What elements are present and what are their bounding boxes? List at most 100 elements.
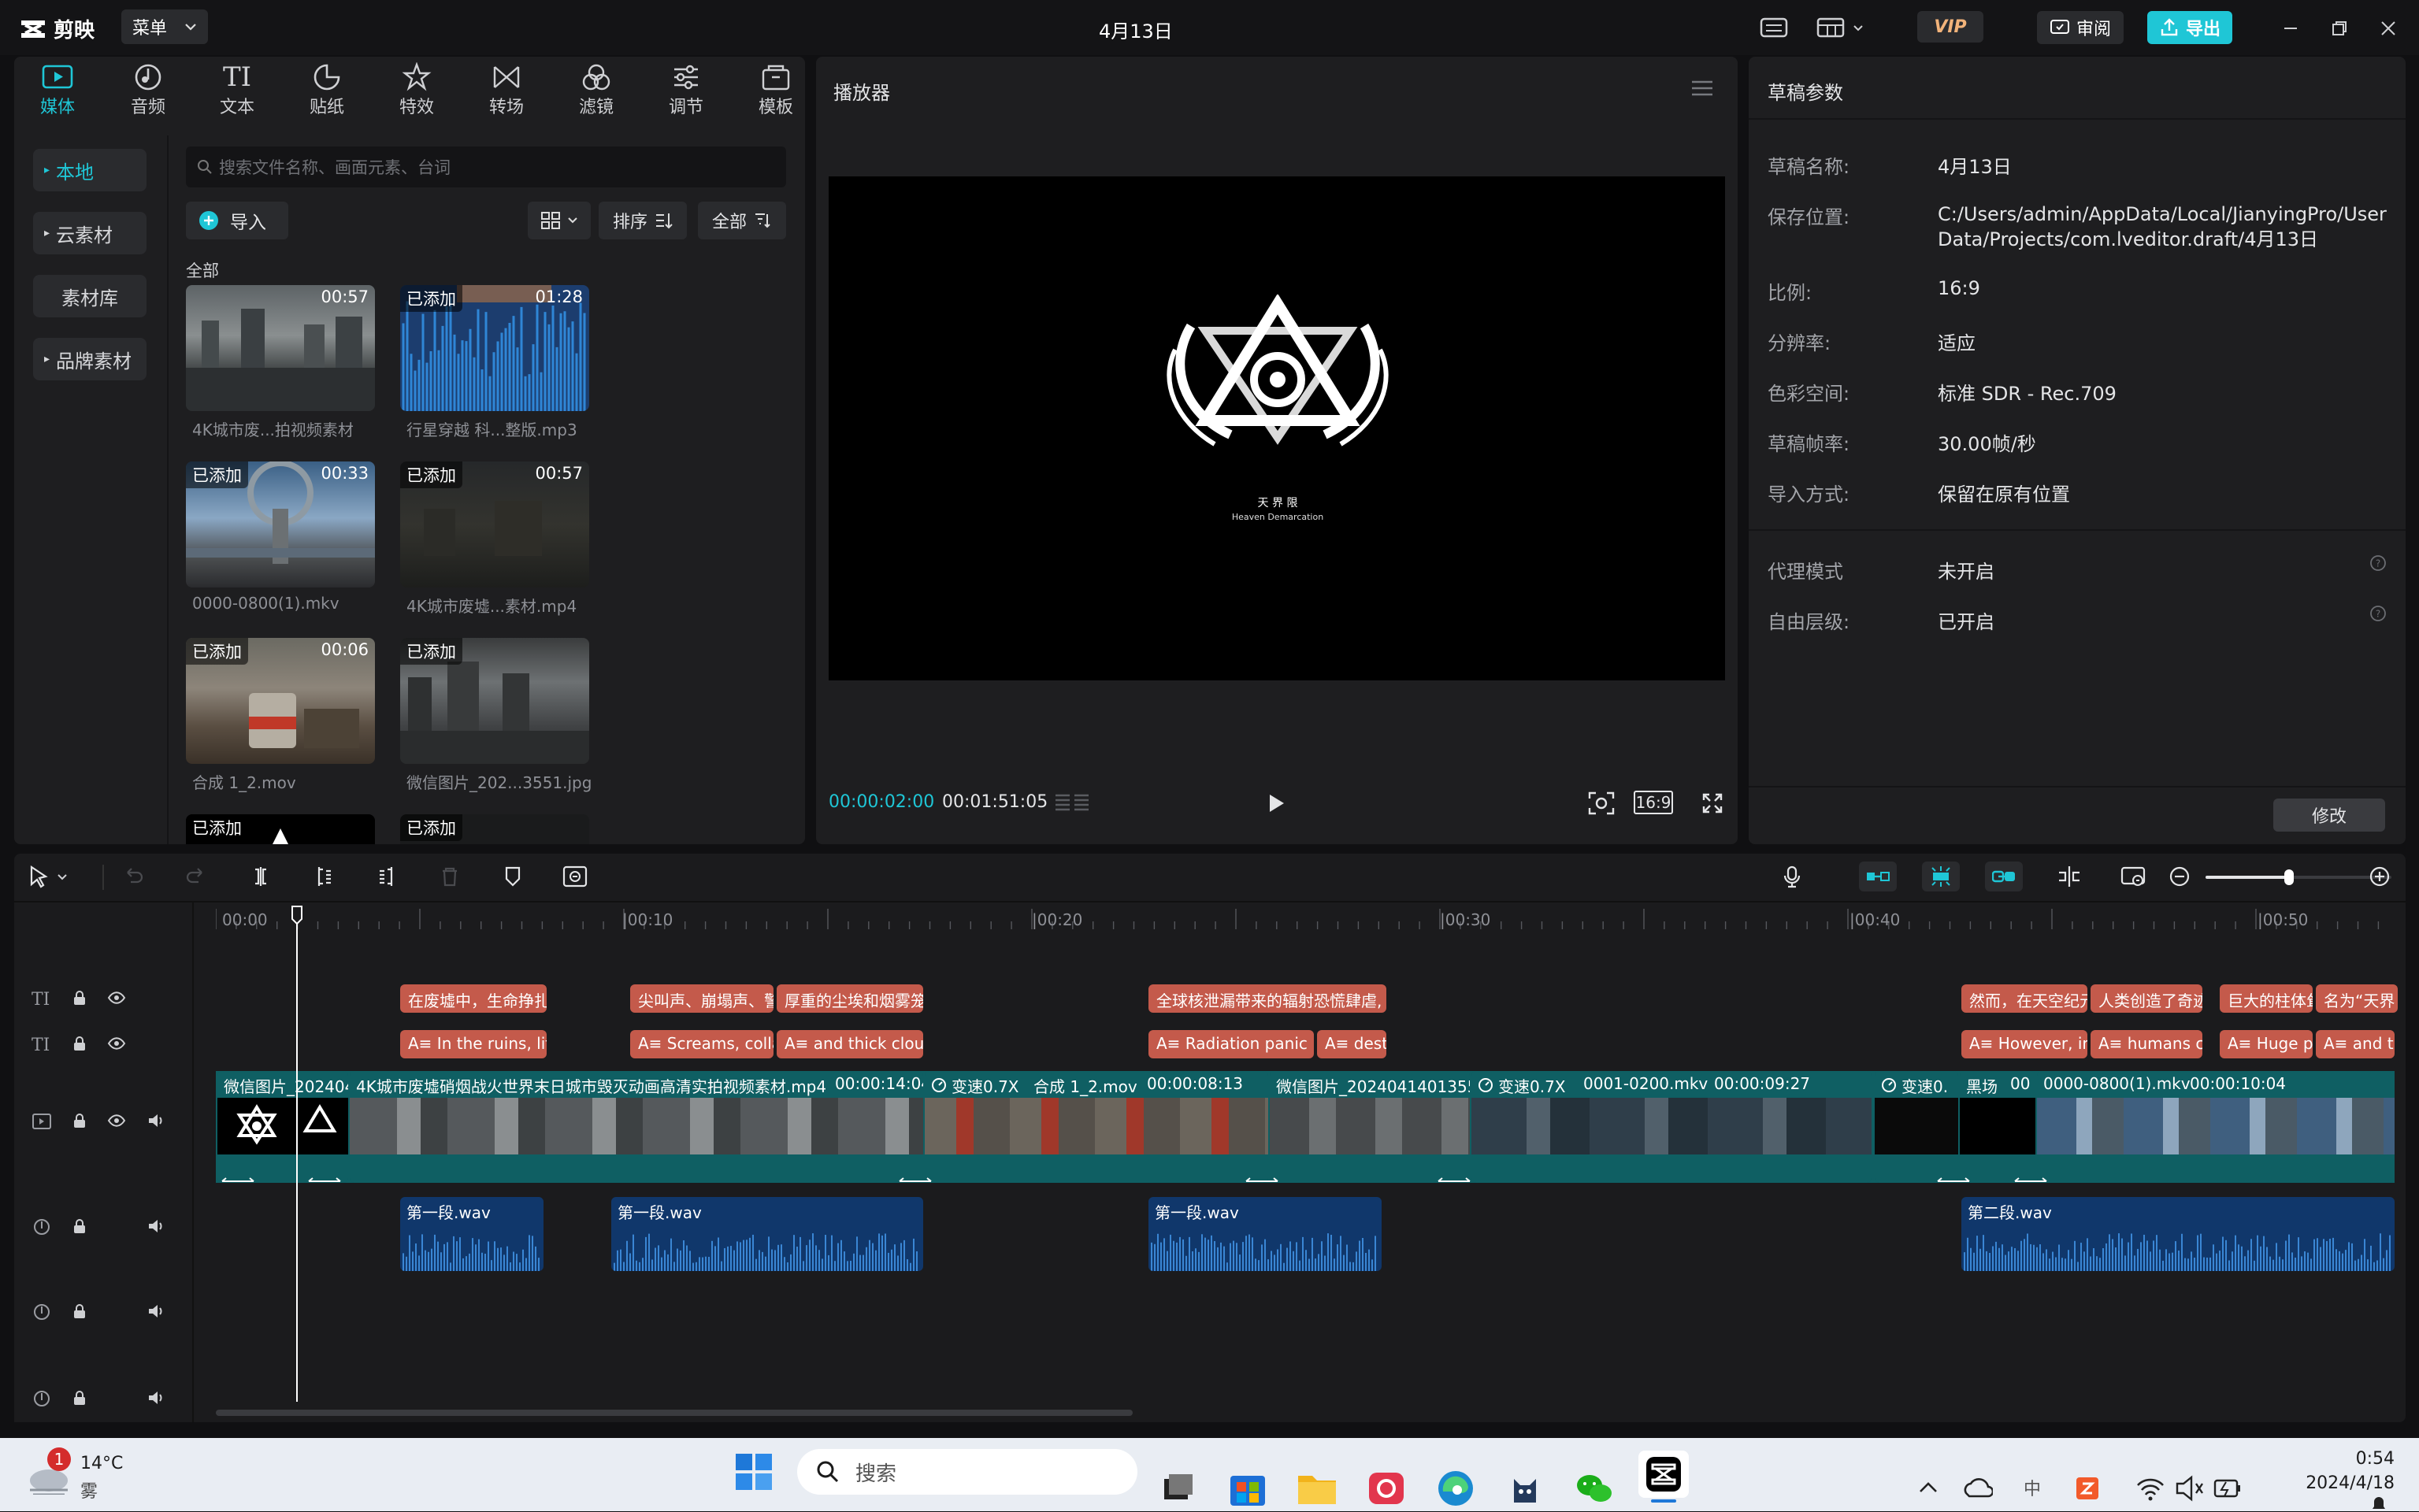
sort-button[interactable]: 排序	[599, 202, 687, 239]
view-mode-button[interactable]	[528, 202, 591, 239]
audio-clip[interactable]: 第一段.wav	[400, 1197, 544, 1271]
fullscreen-icon[interactable]	[1701, 792, 1723, 814]
tab-transition[interactable]: 转场	[471, 61, 542, 124]
zoom-slider[interactable]	[2206, 869, 2391, 885]
video-clip[interactable]: 0000-0800(1).mkv 00:00:10:04	[2037, 1071, 2395, 1183]
clock[interactable]: 0:54 2024/4/18	[2284, 1449, 2395, 1493]
transition-marker[interactable]	[2013, 1177, 2048, 1186]
taskbar-search[interactable]: 搜索	[797, 1449, 1137, 1495]
lock-icon[interactable]	[71, 1389, 88, 1406]
vip-button[interactable]: VIP	[1917, 11, 1983, 43]
subtitle-clip[interactable]: 巨大的柱体耸	[2220, 984, 2313, 1013]
filter-button[interactable]: 全部	[698, 202, 786, 239]
review-button[interactable]: 审阅	[2037, 11, 2124, 44]
sidebar-item-local[interactable]: ▸ 本地	[33, 149, 147, 191]
subtitle-clip[interactable]: A≡ and th	[2316, 1030, 2395, 1058]
microphone-icon[interactable]	[1780, 865, 1804, 888]
windows-start-icon[interactable]	[734, 1452, 774, 1492]
speaker-icon[interactable]	[147, 1217, 165, 1235]
subtitle-clip[interactable]: A≡ destr	[1317, 1030, 1386, 1058]
video-clip[interactable]: 变速0.7X 0001-0200.mkv 00:00:09:27	[1471, 1071, 1872, 1183]
search-input[interactable]: 搜索文件名称、画面元素、台词	[186, 146, 786, 187]
lock-icon[interactable]	[71, 1303, 88, 1320]
subtitle-clip[interactable]: A≡ However, in	[1961, 1030, 2087, 1058]
subtitle-clip[interactable]: 名为“天界	[2316, 984, 2398, 1013]
wechat-icon[interactable]	[1569, 1468, 1619, 1509]
transition-marker[interactable]	[1936, 1177, 1971, 1186]
eye-icon[interactable]	[107, 1112, 126, 1129]
lock-icon[interactable]	[71, 1217, 88, 1235]
delete-left-icon[interactable]	[312, 865, 336, 888]
onedrive-icon[interactable]	[1961, 1468, 1993, 1509]
main-track-magnet-button[interactable]	[1859, 862, 1897, 891]
subtitle-clip[interactable]: 厚重的尘埃和烟雾笼	[777, 984, 923, 1013]
creative-cloud-icon[interactable]	[1361, 1468, 1412, 1509]
screenshot-icon[interactable]	[1588, 791, 1615, 816]
media-tile[interactable]: 已添加	[186, 814, 375, 844]
subtitle-clip[interactable]: 尖叫声、崩塌声、警	[630, 984, 774, 1013]
playhead-handle[interactable]	[291, 906, 302, 925]
undo-icon[interactable]	[121, 865, 145, 888]
play-icon[interactable]	[1265, 792, 1287, 814]
input-method-icon[interactable]: 中	[2016, 1468, 2048, 1509]
subtitle-clip[interactable]: A≡ Radiation panic	[1148, 1030, 1314, 1058]
subtitle-clip[interactable]: A≡ and thick cloud	[777, 1030, 923, 1058]
export-button[interactable]: 导出	[2147, 11, 2232, 44]
subtitle-clip[interactable]: A≡ humans cr	[2091, 1030, 2202, 1058]
lock-icon[interactable]	[71, 1112, 88, 1129]
video-clip[interactable]: 4K城市废墟硝烟战火世界末日城市毁灭动画高清实拍视频素材.mp4 00:00:1…	[350, 1071, 923, 1183]
tab-sticker[interactable]: 贴纸	[291, 61, 362, 124]
lock-icon[interactable]	[71, 989, 88, 1006]
media-tile[interactable]: 已添加 00:33	[186, 461, 375, 587]
subtitle-clip[interactable]: 在废墟中，生命挣扎	[400, 984, 547, 1013]
tray-app-icon[interactable]	[2072, 1468, 2103, 1509]
subtitle-clip[interactable]: 然而，在天空纪元	[1961, 984, 2087, 1013]
task-view-icon[interactable]	[1153, 1468, 1204, 1509]
marker-icon[interactable]	[501, 865, 525, 888]
import-button[interactable]: 导入	[186, 202, 288, 239]
cat-app-icon[interactable]	[1500, 1468, 1550, 1509]
bell-icon[interactable]	[2363, 1496, 2395, 1512]
sidebar-item-cloud[interactable]: ▸ 云素材	[33, 212, 147, 254]
help-icon[interactable]: ?	[2369, 554, 2387, 572]
transition-marker[interactable]	[1245, 1177, 1279, 1186]
transition-marker[interactable]	[307, 1177, 342, 1186]
keyboard-shortcut-icon[interactable]	[1760, 16, 1788, 39]
minimize-icon[interactable]	[2281, 19, 2300, 38]
edge-browser-icon[interactable]	[1430, 1468, 1481, 1509]
tab-audio[interactable]: 音频	[113, 61, 184, 124]
media-tile[interactable]: 已添加	[400, 638, 589, 764]
trash-icon[interactable]	[438, 865, 462, 888]
lock-icon[interactable]	[71, 1035, 88, 1052]
speaker-icon[interactable]	[147, 1303, 165, 1320]
wifi-icon[interactable]	[2135, 1468, 2166, 1509]
close-icon[interactable]	[2379, 19, 2398, 38]
zoom-slider-handle[interactable]	[2284, 869, 2295, 885]
audio-clip[interactable]: 第一段.wav	[611, 1197, 923, 1271]
split-icon[interactable]	[249, 865, 273, 888]
hamburger-menu-icon[interactable]	[1690, 79, 1714, 98]
speaker-icon[interactable]	[147, 1389, 165, 1406]
tab-effects[interactable]: 特效	[381, 61, 452, 124]
timeline-thumbnail-icon[interactable]	[2120, 865, 2146, 888]
media-tile[interactable]: 已添加 00:57	[400, 461, 589, 587]
aspect-ratio-button[interactable]: 16:9	[1634, 791, 1673, 814]
tab-media[interactable]: 媒体	[22, 61, 93, 124]
zoom-out-icon[interactable]	[2168, 865, 2191, 888]
timeline-scrollbar[interactable]	[216, 1410, 1133, 1416]
video-clip[interactable]: 微信图片_202404	[217, 1071, 348, 1183]
select-tool-button[interactable]	[27, 865, 68, 888]
video-clip[interactable]: 变速0.	[1875, 1071, 1958, 1183]
tab-adjust[interactable]: 调节	[651, 61, 722, 124]
delete-right-icon[interactable]	[375, 865, 399, 888]
chevron-up-icon[interactable]	[1913, 1468, 1944, 1509]
sidebar-item-library[interactable]: 素材库	[33, 275, 147, 317]
subtitle-clip[interactable]: A≡ In the ruins, life	[400, 1030, 547, 1058]
freeze-frame-icon[interactable]	[562, 865, 588, 888]
playhead[interactable]	[296, 906, 298, 1402]
video-clip[interactable]: 黑场 00	[1960, 1071, 2035, 1183]
video-clip[interactable]: 微信图片_2024041401355	[1270, 1071, 1470, 1183]
subtitle-clip[interactable]: A≡ Screams, collap	[630, 1030, 774, 1058]
volume-muted-icon[interactable]	[2174, 1468, 2206, 1509]
modify-button[interactable]: 修改	[2273, 799, 2385, 832]
